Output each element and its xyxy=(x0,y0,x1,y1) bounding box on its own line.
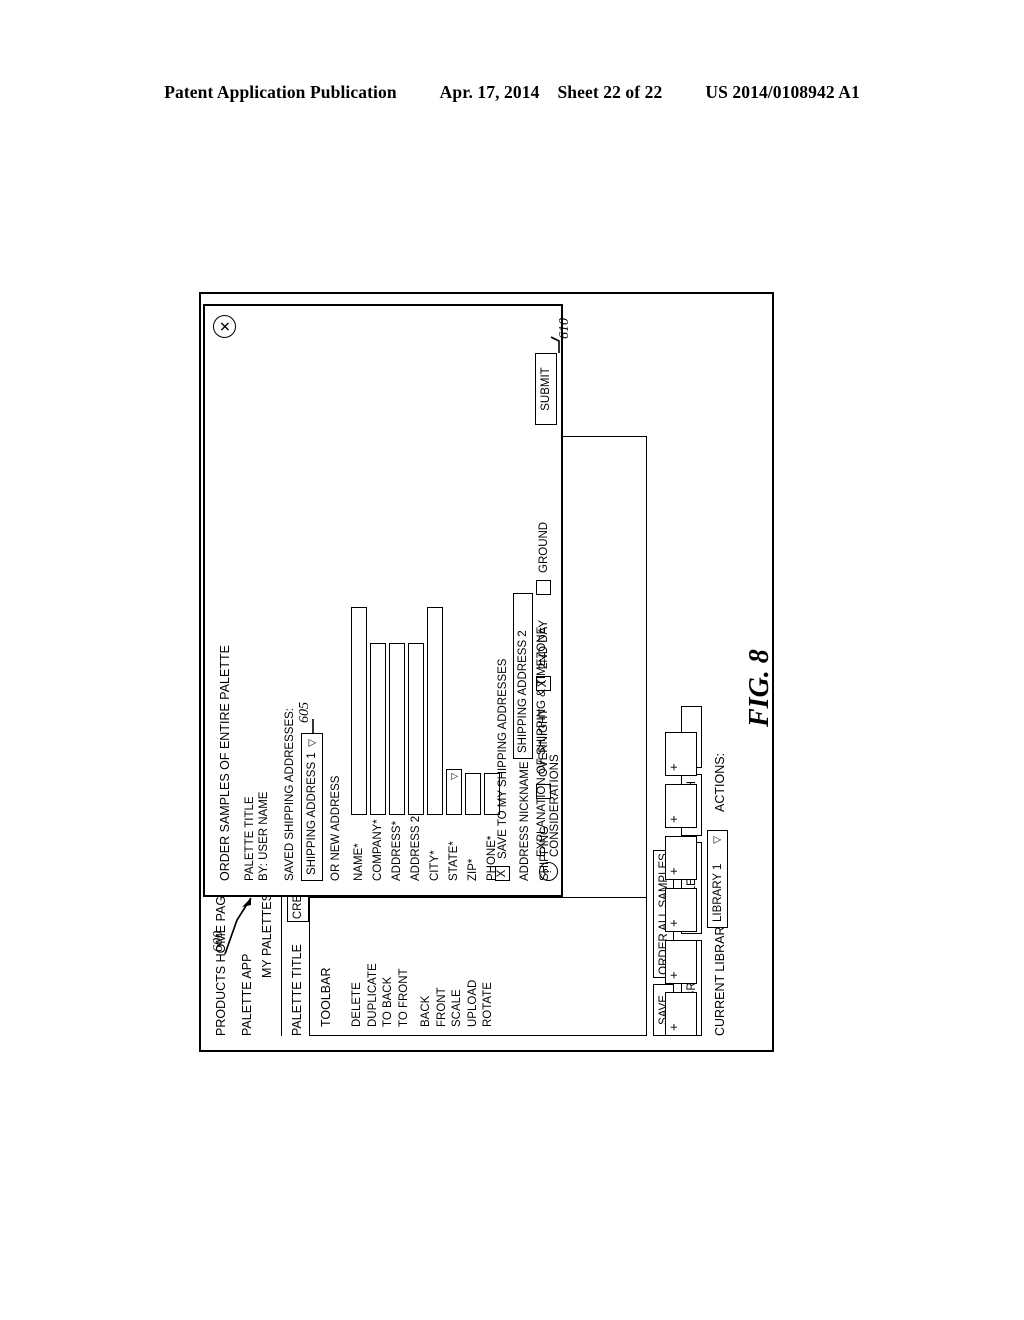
field-label-address: ADDRESS* xyxy=(391,820,403,881)
app-name-label: PALETTE APP xyxy=(240,953,254,1036)
swatch-add-6[interactable]: + xyxy=(665,732,697,776)
plus-icon: + xyxy=(666,971,681,979)
dialog-palette-author: BY: USER NAME xyxy=(258,791,270,881)
toolbar-item-back[interactable]: BACK xyxy=(419,963,435,1027)
saved-address-select[interactable]: SHIPPING ADDRESS 1 ▽ xyxy=(301,733,323,881)
patent-sheet-header: Patent Application Publication Apr. 17, … xyxy=(0,82,1024,103)
patent-publication-number: US 2014/0108942 A1 xyxy=(705,82,860,102)
address-2-field[interactable] xyxy=(408,643,424,815)
actions-label: ACTIONS: xyxy=(713,752,727,812)
save-address-checkbox[interactable]: X xyxy=(495,866,510,881)
toolbar-panel: TOOLBAR DELETE DUPLICATE TO BACK TO FRON… xyxy=(310,897,646,1035)
help-icon[interactable]: ? xyxy=(539,862,558,881)
toolbar-item-rotate[interactable]: ROTATE xyxy=(481,963,497,1027)
plus-icon: + xyxy=(666,867,681,875)
palette-title-label: PALETTE TITLE xyxy=(290,944,304,1036)
figure-8: PRODUCTS HOME PAGE SEARCH PALETTE APP MY… xyxy=(199,292,774,1052)
swatch-add-3[interactable]: + xyxy=(665,888,697,932)
submit-button[interactable]: SUBMIT xyxy=(535,353,557,425)
zip-field[interactable] xyxy=(465,773,481,815)
toolbar-item-to-back[interactable]: TO BACK xyxy=(381,963,397,1027)
checkbox-mark: X xyxy=(495,869,508,878)
plus-icon: + xyxy=(666,1023,681,1031)
swatch-add-1[interactable]: + xyxy=(665,992,697,1036)
shipping-explanation-line-1[interactable]: EXPLANATION OF SHIPPING & TIMEZONE xyxy=(536,627,549,857)
toolbar-item-scale[interactable]: SCALE xyxy=(450,963,466,1027)
figure-caption: FIG. 8 xyxy=(744,649,775,727)
help-icon-glyph: ? xyxy=(542,868,554,875)
reference-numeral-610: 610 xyxy=(557,318,572,339)
toolbar-item-delete[interactable]: DELETE xyxy=(350,963,366,1027)
saved-addresses-label: SAVED SHIPPING ADDRESSES: xyxy=(284,708,296,881)
close-icon[interactable]: ✕ xyxy=(213,315,236,338)
swatch-add-2[interactable]: + xyxy=(665,940,697,984)
field-label-city: CITY* xyxy=(429,850,441,881)
nav-products-home-page[interactable]: PRODUCTS HOME PAGE xyxy=(214,888,228,1036)
library-select-value: LIBRARY 1 xyxy=(711,863,724,922)
toolbar-item-duplicate[interactable]: DUPLICATE xyxy=(366,963,382,1027)
toolbar-item-list: DELETE DUPLICATE TO BACK TO FRONT BACK F… xyxy=(350,963,497,1027)
nav-my-palettes[interactable]: MY PALETTES xyxy=(260,893,274,978)
shipping-ground-label: GROUND xyxy=(538,521,550,573)
dialog-title: ORDER SAMPLES OF ENTIRE PALETTE xyxy=(218,645,232,881)
address-field[interactable] xyxy=(389,643,405,815)
swatch-add-5[interactable]: + xyxy=(665,784,697,828)
plus-icon: + xyxy=(666,919,681,927)
order-samples-dialog: ✕ ORDER SAMPLES OF ENTIRE PALETTE PALETT… xyxy=(203,304,572,897)
state-select[interactable]: ▽ xyxy=(446,769,462,815)
field-label-address-2: ADDRESS 2 xyxy=(410,815,422,881)
field-label-company: COMPANY* xyxy=(372,819,384,881)
toolbar-item-upload[interactable]: UPLOAD xyxy=(466,963,482,1027)
shipping-explanation-line-2[interactable]: CONSIDERATIONS xyxy=(549,754,562,857)
name-field[interactable] xyxy=(351,607,367,815)
publication-label: Patent Application Publication xyxy=(164,82,397,102)
plus-icon: + xyxy=(666,815,681,823)
chevron-down-icon: ▽ xyxy=(711,836,723,844)
toolbar-item-to-front[interactable]: TO FRONT xyxy=(397,963,413,1027)
reference-numeral-605: 605 xyxy=(297,702,312,723)
address-nickname-value: SHIPPING ADDRESS 2 xyxy=(517,630,529,753)
or-new-address-label: OR NEW ADDRESS xyxy=(330,775,342,881)
field-label-zip: ZIP* xyxy=(467,858,479,881)
toolbar-item-front[interactable]: FRONT xyxy=(435,963,451,1027)
library-select[interactable]: LIBRARY 1 ▽ xyxy=(707,830,728,928)
current-library-label: CURRENT LIBRARY: xyxy=(713,915,727,1036)
saved-address-select-value: SHIPPING ADDRESS 1 xyxy=(306,752,318,875)
dialog-palette-title: PALETTE TITLE xyxy=(244,796,256,881)
chevron-down-icon: ▽ xyxy=(306,739,318,747)
close-icon-glyph: ✕ xyxy=(216,320,233,333)
shipping-ground-checkbox[interactable] xyxy=(536,580,551,595)
field-label-state: STATE* xyxy=(448,841,460,881)
publication-date: Apr. 17, 2014 xyxy=(439,82,540,102)
reference-numeral-600: 600 xyxy=(211,931,226,952)
toolbar-title: TOOLBAR xyxy=(319,967,333,1027)
swatch-add-4[interactable]: + xyxy=(665,836,697,880)
address-nickname-field[interactable]: SHIPPING ADDRESS 2 xyxy=(513,593,533,759)
company-field[interactable] xyxy=(370,643,386,815)
chevron-down-icon: ▽ xyxy=(448,773,459,780)
submit-button-label: SUBMIT xyxy=(540,367,552,411)
address-nickname-label: ADDRESS NICKNAME xyxy=(519,761,531,882)
field-label-name: NAME* xyxy=(353,843,365,881)
save-address-label: SAVE TO MY SHIPPING ADDRESSES xyxy=(497,658,509,859)
sheet-number: Sheet 22 of 22 xyxy=(557,82,663,102)
city-field[interactable] xyxy=(427,607,443,815)
plus-icon: + xyxy=(666,763,681,771)
